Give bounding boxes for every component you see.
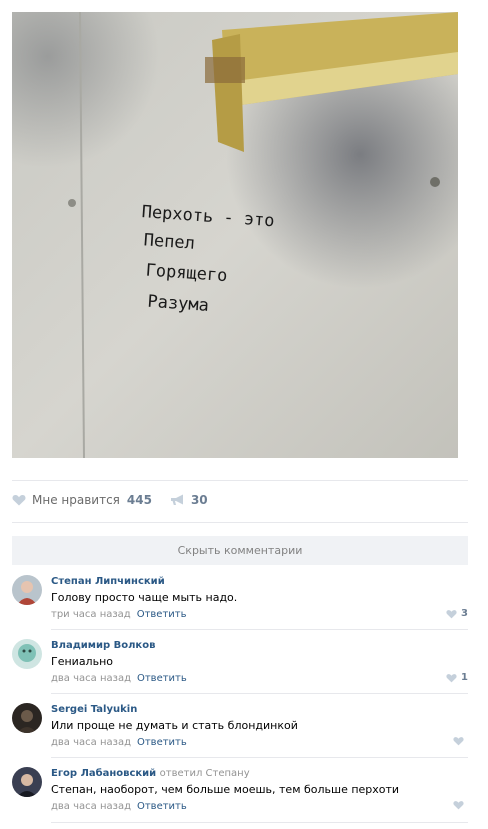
heart-icon xyxy=(453,801,464,810)
comment-time[interactable]: два часа назад xyxy=(51,673,131,684)
heart-icon xyxy=(453,737,464,746)
comment-text: Степан, наоборот, чем больше моешь, тем … xyxy=(51,783,400,796)
share-count: 30 xyxy=(190,493,208,507)
divider xyxy=(51,693,468,694)
comment-time[interactable]: два часа назад xyxy=(51,737,131,748)
heart-icon xyxy=(446,609,457,618)
heart-icon xyxy=(12,495,26,506)
divider xyxy=(51,822,468,823)
divider xyxy=(12,480,468,481)
comment-text: Голову просто чаще мыть надо. xyxy=(51,591,238,604)
reply-link[interactable]: Ответить xyxy=(137,801,187,812)
graffiti-line-2: Пепел xyxy=(143,230,195,254)
reply-link[interactable]: Ответить xyxy=(137,673,187,684)
comment-meta: два часа назад Ответить xyxy=(51,671,468,686)
comment-like-count: 1 xyxy=(461,672,468,683)
megaphone-icon xyxy=(170,494,183,505)
comment-author[interactable]: Sergei Talyukin xyxy=(51,703,468,717)
comment-meta: два часа назад Ответить xyxy=(51,735,468,750)
comment-author[interactable]: Владимир Волков xyxy=(51,639,468,653)
avatar[interactable] xyxy=(12,703,42,733)
comment-author[interactable]: Степан Липчинский xyxy=(51,575,468,589)
comment-meta: два часа назад Ответить xyxy=(51,799,468,814)
like-count: 445 xyxy=(126,493,152,507)
comment-text: Или проще не думать и стать блондинкой xyxy=(51,719,298,732)
like-label: Мне нравится xyxy=(32,493,120,507)
comment: Sergei Talyukin Или проще не думать и ст… xyxy=(12,703,468,763)
avatar[interactable] xyxy=(12,639,42,669)
comment-time[interactable]: два часа назад xyxy=(51,801,131,812)
comment: Владимир Волков Гениально два часа назад… xyxy=(12,639,468,699)
comment-time[interactable]: три часа назад xyxy=(51,609,131,620)
comment: Степан Липчинский Голову просто чаще мыт… xyxy=(12,575,468,635)
divider xyxy=(51,629,468,630)
divider xyxy=(51,757,468,758)
post-actions: Мне нравится 445 30 xyxy=(12,489,468,511)
share-button[interactable]: 30 xyxy=(170,493,208,507)
comment-meta: три часа назад Ответить xyxy=(51,607,468,622)
post-photo[interactable]: Перхоть - это Пепел Горящего Разума xyxy=(12,12,458,458)
comment: Егор Лабановский ответил Степану Степан,… xyxy=(12,767,468,827)
comment-text: Гениально xyxy=(51,655,113,668)
divider xyxy=(12,522,468,523)
reply-link[interactable]: Ответить xyxy=(137,737,187,748)
heart-icon xyxy=(446,673,457,682)
comment-author[interactable]: Егор Лабановский ответил Степану xyxy=(51,767,468,781)
comment-like-count: 3 xyxy=(461,608,468,619)
graffiti-line-4: Разума xyxy=(147,292,210,316)
replied-to-label[interactable]: ответил Степану xyxy=(160,768,250,779)
comment-like-button[interactable]: 1 xyxy=(446,672,468,683)
avatar[interactable] xyxy=(12,767,42,797)
wall-graffiti-image: Перхоть - это Пепел Горящего Разума xyxy=(12,12,458,458)
comment-like-button[interactable]: 3 xyxy=(446,608,468,619)
like-button[interactable]: Мне нравится 445 xyxy=(12,493,152,507)
reply-link[interactable]: Ответить xyxy=(137,609,187,620)
comment-like-button[interactable] xyxy=(453,800,468,810)
hide-comments-button[interactable]: Скрыть комментарии xyxy=(12,536,468,565)
comment-like-button[interactable] xyxy=(453,736,468,746)
avatar[interactable] xyxy=(12,575,42,605)
